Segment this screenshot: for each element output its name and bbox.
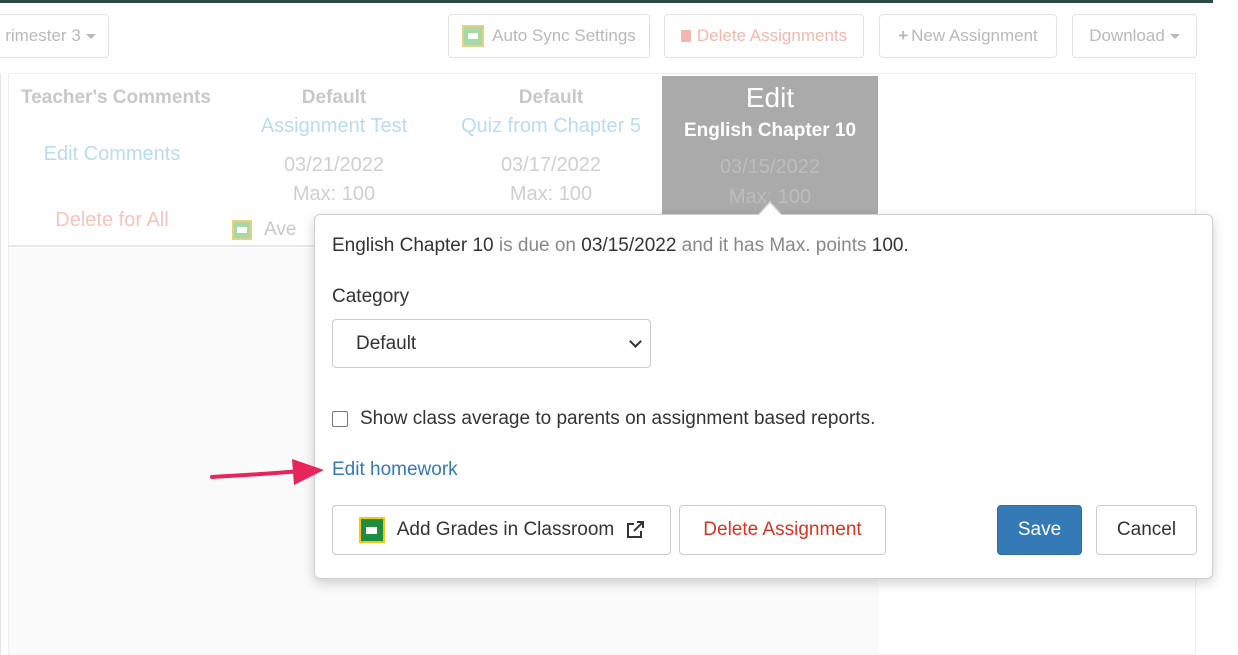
average-label: Ave xyxy=(264,219,297,240)
auto-sync-settings-button[interactable]: Auto Sync Settings xyxy=(448,14,650,58)
summary-due-date: 03/15/2022 xyxy=(581,235,677,256)
column-due-date: 03/17/2022 xyxy=(500,154,602,176)
term-select-label: rimester 3 xyxy=(5,26,81,45)
google-classroom-icon xyxy=(358,517,385,543)
assignment-column[interactable]: Default Assignment Test 03/21/2022 Max: … xyxy=(234,87,434,206)
edit-homework-link[interactable]: Edit homework xyxy=(332,459,458,481)
google-classroom-icon xyxy=(462,25,485,47)
delete-assignments-button[interactable]: Delete Assignments xyxy=(664,14,864,58)
popover-arrow-fill xyxy=(758,203,782,216)
category-select-value: Default xyxy=(356,332,417,354)
top-accent-bar xyxy=(0,0,1213,3)
download-button[interactable]: Download xyxy=(1072,14,1197,58)
category-select[interactable]: Default xyxy=(332,319,651,368)
teacher-comments-header: Teacher's Comments xyxy=(20,87,211,108)
plus-icon: + xyxy=(898,26,909,45)
summary-assignment-name: English Chapter 10 xyxy=(332,235,494,256)
add-grades-label: Add Grades in Classroom xyxy=(396,519,615,540)
summary-points-text: and it has Max. points xyxy=(681,235,867,256)
summary-due-text: is due on xyxy=(498,235,577,256)
auto-sync-label: Auto Sync Settings xyxy=(492,26,636,45)
column-max-points: Max: 100 xyxy=(509,183,593,205)
google-classroom-icon xyxy=(232,220,252,240)
show-average-checkbox[interactable] xyxy=(332,411,348,427)
column-assignment-name[interactable]: Assignment Test xyxy=(234,115,434,138)
external-link-icon xyxy=(626,521,645,539)
show-average-option[interactable]: Show class average to parents on assignm… xyxy=(332,408,875,430)
trash-icon xyxy=(680,30,691,42)
save-button[interactable]: Save xyxy=(997,505,1082,555)
column-category: Default xyxy=(301,87,367,108)
show-average-label: Show class average to parents on assignm… xyxy=(360,408,876,429)
annotation-arrow-icon xyxy=(210,459,324,485)
new-assignment-button[interactable]: + New Assignment xyxy=(879,14,1057,58)
category-label: Category xyxy=(332,286,410,307)
average-row: Ave xyxy=(232,219,296,241)
column-assignment-name: English Chapter 10 xyxy=(683,120,857,141)
add-grades-classroom-button[interactable]: Add Grades in Classroom xyxy=(332,505,671,555)
download-label: Download xyxy=(1089,26,1165,45)
header-divider xyxy=(8,245,318,247)
column-due-date: 03/15/2022 xyxy=(719,156,821,178)
term-select[interactable]: rimester 3 xyxy=(0,14,109,58)
edit-assignment-popover: English Chapter 10 is due on 03/15/2022 … xyxy=(314,214,1213,579)
caret-down-icon xyxy=(1169,33,1180,39)
assignment-summary: English Chapter 10 is due on 03/15/2022 … xyxy=(332,235,909,257)
caret-down-icon xyxy=(85,33,96,39)
new-assignment-label: New Assignment xyxy=(911,26,1038,45)
cancel-button[interactable]: Cancel xyxy=(1096,505,1197,555)
edit-overlay-label: Edit xyxy=(745,82,795,113)
assignment-column[interactable]: Default Quiz from Chapter 5 03/17/2022 M… xyxy=(446,87,656,206)
summary-max-points: 100. xyxy=(871,235,909,256)
delete-assignments-label: Delete Assignments xyxy=(696,26,848,45)
column-category: Default xyxy=(518,87,584,108)
delete-for-all-link[interactable]: Delete for All xyxy=(16,209,208,232)
column-max-points: Max: 100 xyxy=(292,183,376,205)
grid-left-border xyxy=(0,73,1,655)
edit-comments-link[interactable]: Edit Comments xyxy=(16,143,208,166)
column-due-date: 03/21/2022 xyxy=(283,154,385,176)
column-assignment-name[interactable]: Quiz from Chapter 5 xyxy=(446,115,656,138)
chevron-down-icon xyxy=(629,335,642,348)
delete-assignment-button[interactable]: Delete Assignment xyxy=(679,505,886,555)
